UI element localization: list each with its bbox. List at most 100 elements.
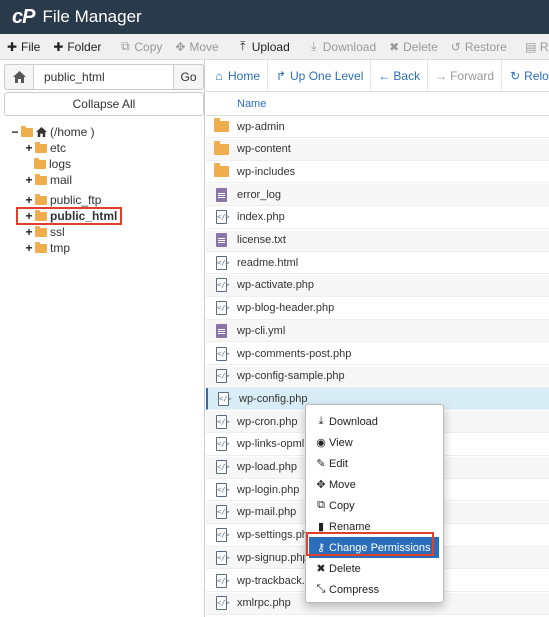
delete-icon: ✖ — [389, 39, 400, 54]
tree-item-public-ftp[interactable]: + public_ftp — [24, 192, 101, 208]
tree-root[interactable]: − (/home ) — [10, 124, 94, 140]
code-file-icon: </> — [216, 482, 230, 497]
file-row[interactable]: </> wp-config-sample.php — [206, 365, 549, 388]
menu-item-compress[interactable]: ⤡ Compress — [306, 579, 445, 600]
expand-toggle[interactable]: + — [24, 225, 34, 239]
code-file-icon: </> — [216, 278, 230, 293]
file-name: wp-admin — [237, 120, 285, 133]
home-icon — [36, 127, 47, 137]
file-row[interactable]: wp-content — [206, 138, 549, 161]
menu-item-label: Delete — [329, 562, 361, 575]
menu-item-label: Move — [329, 478, 356, 491]
file-row[interactable]: wp-admin — [206, 116, 549, 138]
file-name: wp-mail.php — [237, 506, 297, 519]
toolbar-button-download[interactable]: ⤓ Download — [302, 34, 382, 59]
file-name: readme.html — [237, 256, 299, 269]
file-name: wp-signup.php — [237, 551, 309, 564]
toolbar-button-label: Restore — [464, 39, 507, 54]
toolbar-button-rena[interactable]: ▤Rena — [519, 34, 549, 59]
file-row[interactable]: wp-cli.yml — [206, 320, 549, 343]
code-file-icon: </> — [216, 550, 230, 565]
menu-item-delete[interactable]: ✖ Delete — [306, 558, 445, 579]
file-row[interactable]: wp-includes — [206, 161, 549, 184]
tree-item-ssl[interactable]: + ssl — [24, 224, 64, 240]
toolbar-button-restore[interactable]: ↺ Restore — [444, 34, 513, 59]
menu-item-download[interactable]: ⤓ Download — [306, 411, 445, 432]
home-button[interactable] — [4, 64, 34, 90]
code-file-icon: </> — [218, 391, 232, 406]
home-icon — [12, 71, 26, 83]
menu-item-view[interactable]: ◉ View — [306, 432, 445, 453]
tree-item-tmp[interactable]: + tmp — [24, 240, 70, 256]
nav-button-forward[interactable]: → Forward — [428, 60, 503, 91]
collapse-toggle[interactable]: − — [10, 125, 20, 139]
file-row[interactable]: </> wp-activate.php — [206, 274, 549, 297]
text-file-icon — [216, 233, 227, 247]
expand-toggle[interactable]: + — [24, 141, 34, 155]
menu-item-edit[interactable]: ✎ Edit — [306, 453, 445, 474]
collapse-all-button[interactable]: Collapse All — [4, 92, 204, 116]
menu-item-label: Copy — [329, 499, 355, 512]
folder-icon — [214, 163, 229, 178]
app-title: File Manager — [42, 7, 142, 26]
expand-toggle[interactable]: + — [24, 241, 34, 255]
folder-icon — [34, 157, 46, 169]
menu-item-move[interactable]: ✥ Move — [306, 474, 445, 495]
toolbar-button-label: Copy — [134, 39, 163, 54]
toolbar-button-move[interactable]: ✥ Move — [168, 34, 224, 59]
tree-item-etc[interactable]: + etc — [24, 140, 66, 156]
file-icon-cell: </> — [206, 369, 237, 384]
file-row[interactable]: error_log — [206, 184, 549, 207]
tree-item-mail[interactable]: + mail — [24, 172, 72, 188]
nav-button-label: Forward — [450, 68, 495, 83]
nav-button-home[interactable]: ⌂ Home — [206, 60, 269, 91]
expand-toggle[interactable]: + — [24, 173, 34, 187]
file-icon-cell: </> — [208, 391, 239, 406]
file-name: wp-cli.yml — [237, 324, 286, 337]
rename-icon: ▤ — [525, 39, 537, 54]
nav-button-back[interactable]: ← Back — [371, 60, 429, 91]
file-row[interactable]: </> wp-blog-header.php — [206, 298, 549, 320]
file-icon-cell: </> — [206, 210, 237, 225]
tree-item-logs[interactable]: logs — [34, 156, 71, 172]
file-icon-cell: </> — [206, 482, 237, 497]
toolbar-button-label: Delete — [403, 39, 438, 54]
expand-toggle[interactable]: + — [24, 193, 34, 207]
copy-icon: ⧉ — [317, 499, 325, 511]
cpanel-logo: cP — [12, 5, 35, 28]
reload-icon: ↻ — [510, 68, 521, 83]
column-header-name[interactable]: Name — [206, 92, 549, 116]
highlight-box — [306, 532, 434, 556]
title-bar: cP File Manager — [0, 0, 549, 34]
move-icon: ✥ — [316, 479, 326, 491]
left-panel: Go Collapse All − (/home ) + etc logs + mail… — [0, 60, 205, 617]
file-name: wp-content — [237, 143, 291, 156]
file-icon-cell — [206, 233, 237, 247]
eye-icon: ◉ — [316, 437, 326, 449]
path-bar: Go — [4, 64, 204, 90]
file-row[interactable]: </> readme.html — [206, 252, 549, 275]
nav-button-up-one-level[interactable]: ↱ Up One Level — [268, 60, 372, 91]
toolbar-button-folder[interactable]: ✚ Folder — [46, 34, 107, 59]
menu-item-copy[interactable]: ⧉ Copy — [306, 495, 445, 516]
code-file-icon: </> — [216, 255, 230, 270]
go-button[interactable]: Go — [174, 64, 204, 90]
toolbar-button-upload[interactable]: ⤒ Upload — [231, 34, 296, 59]
upload-icon: ⤒ — [240, 39, 246, 53]
toolbar-button-copy[interactable]: ⧉ Copy — [113, 34, 168, 59]
file-name: wp-cron.php — [237, 415, 298, 428]
context-menu: ⤓ Download ◉ View ✎ Edit ✥ Move ⧉ Copy ▮ Rename ⚷ Cha… — [305, 404, 444, 603]
file-row[interactable]: </> wp-comments-post.php — [206, 343, 549, 365]
file-row[interactable]: license.txt — [206, 229, 549, 252]
file-row[interactable]: </> index.php — [206, 207, 549, 229]
toolbar-button-delete[interactable]: ✖ Delete — [382, 34, 444, 59]
code-file-icon: </> — [216, 414, 230, 429]
file-icon-cell — [206, 323, 237, 338]
path-input[interactable] — [34, 64, 174, 90]
code-file-icon: </> — [216, 210, 230, 225]
toolbar-button-file[interactable]: ✚ File — [0, 34, 46, 59]
nav-button-reload[interactable]: ↻Reload — [502, 60, 549, 91]
code-file-icon: </> — [216, 369, 230, 384]
file-icon-cell: </> — [206, 255, 237, 270]
nav-button-label: Back — [393, 68, 421, 83]
